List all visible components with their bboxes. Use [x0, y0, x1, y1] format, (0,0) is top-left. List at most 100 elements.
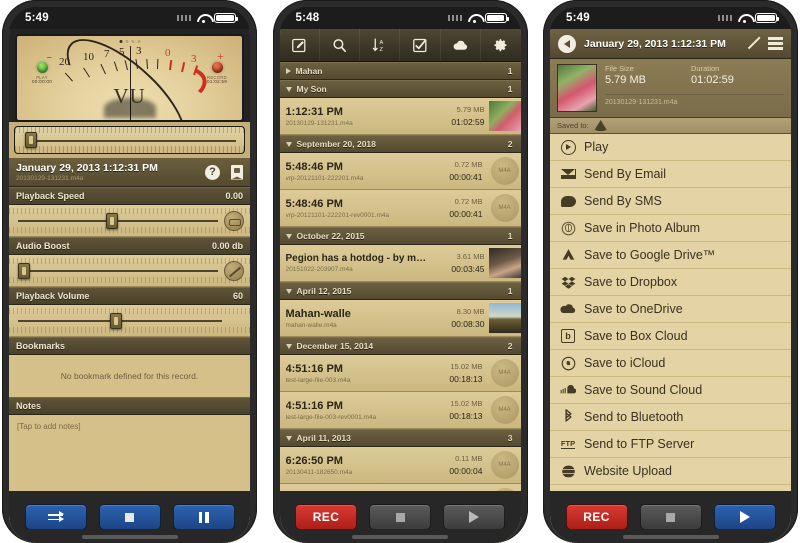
- menu-item-play[interactable]: Play: [550, 134, 791, 161]
- menu-item-send-to-ftp-server[interactable]: FTP Send to FTP Server: [550, 431, 791, 458]
- chevron-down-icon: [285, 233, 292, 239]
- group-count: 1: [507, 286, 513, 296]
- vu-tick-0: 0: [165, 47, 171, 59]
- stop-button[interactable]: [369, 504, 431, 530]
- list-item[interactable]: 5:48:46 PM vrp-20121101-222201.m4a 0.72 …: [279, 153, 521, 190]
- cellular-signal-icon: [718, 15, 734, 21]
- group-count: 1: [507, 66, 513, 76]
- group-count: 2: [507, 139, 513, 149]
- playback-speed-label: Playback Speed: [16, 191, 85, 201]
- playback-volume-slider[interactable]: [9, 305, 250, 337]
- pause-button[interactable]: [172, 504, 235, 530]
- stop-button[interactable]: [639, 504, 702, 530]
- playback-speed-reset-button[interactable]: [224, 210, 244, 231]
- item-title: 4:51:16 PM: [285, 399, 343, 412]
- bookmarks-empty-text: No bookmark defined for this record.: [9, 355, 250, 397]
- list-item[interactable]: Mahan-walle mahan-walle.m4a 8.30 MB 00:0…: [279, 300, 521, 337]
- play-circle-icon: [560, 139, 576, 155]
- playback-volume-knob[interactable]: [109, 312, 122, 329]
- google-drive-icon: [594, 120, 607, 131]
- audio-boost-reset-button[interactable]: [224, 260, 244, 281]
- settings-button[interactable]: [481, 29, 520, 61]
- bookmark-icon[interactable]: [231, 164, 243, 180]
- item-size: 0.11 MB: [455, 454, 483, 463]
- skip-forward-button[interactable]: [24, 504, 87, 530]
- saved-to-label: Saved to:: [557, 121, 589, 130]
- record-button[interactable]: REC: [565, 504, 628, 530]
- item-filename: vrp-20121101-222201-rev0001.m4a: [285, 211, 390, 219]
- list-item[interactable]: 4:51:16 PM test-large-file-003.m4a 15.02…: [279, 355, 521, 392]
- menu-item-save-to-icloud[interactable]: Save to iCloud: [550, 350, 791, 377]
- envelope-icon: [560, 166, 576, 182]
- menu-item-save-in-photo-album[interactable]: Save in Photo Album: [550, 215, 791, 242]
- stop-button[interactable]: [98, 504, 161, 530]
- question-mark-icon[interactable]: ?: [205, 164, 220, 180]
- navigation-bar: January 29, 2013 1:12:31 PM: [550, 29, 791, 59]
- menu-item-website-upload[interactable]: Website Upload: [550, 458, 791, 485]
- share-menu[interactable]: Play Send By Email Send By SMS Save in P…: [550, 134, 791, 543]
- pencil-icon[interactable]: [747, 37, 760, 50]
- menu-item-send-by-email[interactable]: Send By Email: [550, 161, 791, 188]
- list-icon[interactable]: [768, 37, 783, 50]
- menu-item-save-to-dropbox[interactable]: Save to Dropbox: [550, 269, 791, 296]
- soundcloud-icon: [560, 382, 576, 398]
- group-header[interactable]: December 15, 2014 2: [279, 337, 521, 355]
- icloud-apple-icon: [560, 355, 576, 371]
- duration-value: 01:02:59: [691, 74, 734, 86]
- menu-item-send-by-sms[interactable]: Send By SMS: [550, 188, 791, 215]
- list-item[interactable]: Pegion has a hotdog - by mahan 20151022-…: [279, 245, 521, 282]
- play-indicator: PLAY 00:00:00: [21, 62, 63, 85]
- vu-label: VU: [113, 84, 146, 108]
- item-duration: 00:00:04: [449, 466, 483, 476]
- play-button[interactable]: [443, 504, 505, 530]
- audio-boost-slider[interactable]: [9, 255, 250, 287]
- playback-speed-slider[interactable]: [9, 205, 250, 237]
- audio-boost-knob[interactable]: [18, 262, 30, 279]
- vu-meter: – 20 10 7 5 3 0 3 + VU PLAY 00:00:00 REC…: [15, 34, 244, 122]
- audio-boost-label: Audio Boost: [16, 241, 70, 251]
- group-header[interactable]: Mahan 1: [279, 62, 521, 80]
- group-header[interactable]: October 22, 2015 1: [279, 227, 521, 245]
- scrubber-knob[interactable]: [25, 132, 37, 148]
- phone-3-share-menu: 5:49 January 29, 2013 1:12:31 PM File Si…: [543, 0, 798, 543]
- menu-item-save-to-box-cloud[interactable]: b Save to Box Cloud: [550, 323, 791, 350]
- vu-minus-sign: –: [47, 52, 52, 62]
- home-indicator: [352, 535, 448, 539]
- audio-badge-icon: M4A: [490, 359, 519, 387]
- speech-bubble-icon: [560, 193, 576, 209]
- search-button[interactable]: [320, 29, 361, 61]
- audio-badge-icon: M4A: [490, 194, 519, 222]
- select-button[interactable]: [400, 29, 441, 61]
- compose-button[interactable]: [280, 29, 320, 61]
- group-header[interactable]: April 12, 2015 1: [279, 282, 521, 300]
- menu-item-save-to-google-drive[interactable]: Save to Google Drive™: [550, 242, 791, 269]
- menu-item-save-to-onedrive[interactable]: Save to OneDrive: [550, 296, 791, 323]
- list-item[interactable]: 5:48:46 PM vrp-20121101-222201-rev0001.m…: [279, 190, 521, 227]
- menu-item-save-to-sound-cloud[interactable]: Save to Sound Cloud: [550, 377, 791, 404]
- playback-speed-knob[interactable]: [106, 212, 118, 229]
- group-header[interactable]: My Son 1: [279, 80, 521, 98]
- play-button[interactable]: [713, 504, 776, 530]
- recordings-list[interactable]: Mahan 1 My Son 1 1:12:31 PM 20130129-131…: [279, 62, 521, 543]
- record-button[interactable]: REC: [295, 504, 357, 530]
- chevron-down-icon: [285, 86, 292, 92]
- list-item[interactable]: 1:12:31 PM 20130129-131231.m4a 5.79 MB 0…: [279, 98, 521, 135]
- photo-album-icon: [560, 220, 576, 236]
- group-header[interactable]: September 20, 2018 2: [279, 135, 521, 153]
- vu-meter-panel: – 20 10 7 5 3 0 3 + VU PLAY 00:00:00 REC…: [9, 29, 250, 122]
- list-item[interactable]: 4:51:16 PM test-large-file-003-rev0001.m…: [279, 392, 521, 429]
- group-header[interactable]: April 11, 2013 3: [279, 429, 521, 447]
- cloud-button[interactable]: [441, 29, 482, 61]
- audio-boost-row: Audio Boost 0.00 db: [9, 237, 250, 255]
- list-item[interactable]: 6:26:50 PM 20130411-182650.m4a 0.11 MB 0…: [279, 447, 521, 484]
- sort-button[interactable]: A Z: [360, 29, 401, 61]
- menu-item-send-to-bluetooth[interactable]: Send to Bluetooth: [550, 404, 791, 431]
- menu-item-label: Send By SMS: [584, 193, 662, 208]
- playback-scrubber[interactable]: [14, 126, 245, 154]
- item-size: 15.02 MB: [450, 399, 483, 408]
- group-count: 1: [507, 84, 513, 94]
- battery-icon: [484, 13, 509, 23]
- item-size: 0.72 MB: [454, 197, 483, 206]
- back-arrow-icon[interactable]: [558, 34, 576, 53]
- vu-tick-5: 5: [119, 46, 125, 58]
